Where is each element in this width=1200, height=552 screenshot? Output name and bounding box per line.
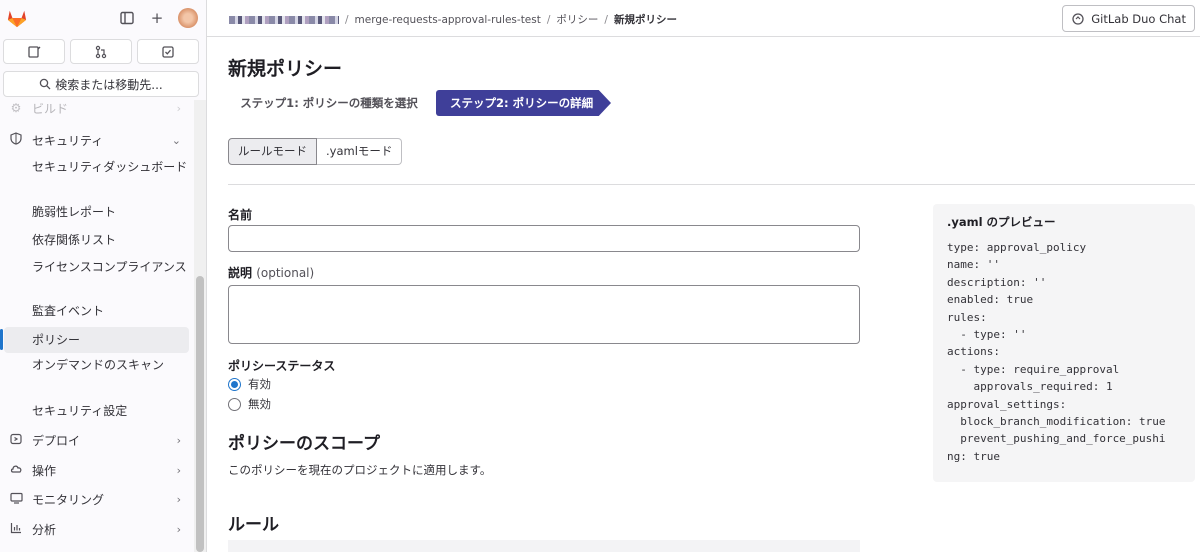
sidebar-subitem-dependency-list[interactable]: 依存関係リスト	[4, 232, 189, 249]
sidebar-subitem-policies[interactable]: ポリシー	[4, 327, 189, 353]
policy-status-label: ポリシーステータス	[228, 359, 336, 373]
breadcrumb-policies[interactable]: ポリシー	[556, 12, 598, 27]
scope-description: このポリシーを現在のプロジェクトに適用します。	[228, 463, 492, 477]
yaml-preview-code: type: approval_policy name: '' descripti…	[947, 241, 1166, 463]
description-label-text: 説明	[228, 266, 253, 280]
gitlab-logo[interactable]	[6, 8, 28, 28]
chevron-right-icon: ›	[176, 492, 181, 506]
sidebar-subitem-vulnerability-report[interactable]: 脆弱性レポート	[4, 204, 189, 221]
sidebar-subitem-audit-events[interactable]: 監査イベント	[4, 303, 189, 320]
sidebar-header: +	[0, 0, 206, 36]
deploy-icon	[8, 433, 24, 448]
name-label: 名前	[228, 208, 253, 222]
breadcrumb-group-obscured[interactable]	[229, 15, 339, 24]
search-label: 検索または移動先...	[55, 77, 163, 92]
chevron-right-icon: ›	[176, 463, 181, 477]
main-content: 新規ポリシー ステップ1: ポリシーの種類を選択 ステップ2: ポリシーの詳細 …	[207, 38, 1200, 552]
chart-icon	[8, 522, 24, 537]
step-1[interactable]: ステップ1: ポリシーの種類を選択	[229, 90, 429, 116]
name-input[interactable]	[228, 225, 860, 252]
sidebar-scrollbar-thumb[interactable]	[196, 276, 204, 552]
sidebar-item-analyze[interactable]: 分析 ›	[4, 519, 189, 539]
chevron-right-icon: ›	[176, 522, 181, 536]
duo-chat-button[interactable]: GitLab Duo Chat	[1062, 5, 1195, 32]
breadcrumb: / merge-requests-approval-rules-test / ポ…	[229, 12, 677, 27]
sidebar-item-label: セキュリティ	[32, 133, 104, 148]
rule-section	[228, 540, 860, 552]
shield-icon	[8, 132, 24, 148]
page-title: 新規ポリシー	[228, 58, 343, 80]
sidebar-item-deploy[interactable]: デプロイ ›	[4, 430, 189, 450]
todo-icon	[162, 45, 174, 58]
status-enabled-label: 有効	[248, 377, 271, 391]
rules-heading: ルール	[228, 515, 279, 535]
status-disabled-radio[interactable]	[228, 397, 241, 411]
sidebar-toggle-icon[interactable]	[118, 9, 136, 27]
issues-button[interactable]	[3, 39, 65, 64]
todo-button[interactable]	[137, 39, 199, 64]
breadcrumb-current: 新規ポリシー	[613, 14, 677, 26]
breadcrumb-project[interactable]: merge-requests-approval-rules-test	[355, 14, 541, 26]
sidebar: + 検索または移動先... ⚙ ビルド › セキュリティ ⌄ セキュリティダッシ…	[0, 0, 207, 552]
duo-chat-icon	[1072, 12, 1084, 25]
sidebar-item-label: 分析	[32, 522, 57, 537]
rule-mode-button[interactable]: ルールモード	[228, 138, 317, 165]
sidebar-item-operate[interactable]: 操作 ›	[4, 460, 189, 480]
optional-hint: (optional)	[256, 266, 315, 280]
sidebar-item-label: モニタリング	[32, 492, 105, 507]
sidebar-item-security[interactable]: セキュリティ ⌄	[4, 130, 189, 150]
yaml-preview-title: .yaml のプレビュー	[947, 215, 1056, 229]
sidebar-subitem-security-dashboard[interactable]: セキュリティダッシュボード	[4, 159, 189, 176]
rocket-icon: ⚙	[10, 101, 22, 115]
sidebar-item-build[interactable]: ⚙ ビルド ›	[4, 100, 189, 116]
sidebar-subitem-security-configuration[interactable]: セキュリティ設定	[4, 403, 189, 420]
sidebar-item-monitor[interactable]: モニタリング ›	[4, 489, 189, 509]
status-enabled-radio[interactable]	[228, 377, 241, 391]
top-bar: / merge-requests-approval-rules-test / ポ…	[207, 0, 1200, 37]
yaml-preview: .yaml のプレビュー type: approval_policy name:…	[933, 204, 1195, 482]
search-icon	[40, 78, 51, 90]
duo-chat-label: GitLab Duo Chat	[1091, 11, 1186, 26]
issues-icon	[28, 45, 41, 58]
sidebar-subitem-on-demand-scans[interactable]: オンデマンドのスキャン	[4, 357, 189, 374]
merge-request-icon	[95, 45, 107, 58]
sidebar-item-label: デプロイ	[32, 433, 81, 448]
plus-icon[interactable]: +	[148, 9, 166, 27]
avatar[interactable]	[178, 8, 198, 28]
status-disabled-label: 無効	[248, 397, 271, 411]
sidebar-item-label: 操作	[32, 463, 57, 478]
status-enabled-option[interactable]: 有効	[228, 376, 271, 392]
chevron-right-icon: ›	[176, 101, 181, 115]
sidebar-item-label: ビルド	[32, 101, 69, 116]
search-button[interactable]: 検索または移動先...	[3, 71, 199, 97]
monitor-icon	[8, 492, 24, 507]
cloud-icon	[8, 463, 24, 478]
sidebar-nav: ⚙ ビルド › セキュリティ ⌄ セキュリティダッシュボード 脆弱性レポート 依…	[0, 100, 193, 552]
chevron-right-icon: ›	[176, 433, 181, 447]
description-label: 説明 (optional)	[228, 264, 314, 281]
description-textarea[interactable]	[228, 285, 860, 344]
scope-heading: ポリシーのスコープ	[228, 434, 380, 454]
divider	[228, 184, 1195, 185]
yaml-mode-button[interactable]: .yamlモード	[317, 138, 403, 165]
step-2: ステップ2: ポリシーの詳細	[436, 90, 611, 116]
editor-mode-toggle: ルールモード .yamlモード	[228, 138, 403, 165]
status-disabled-option[interactable]: 無効	[228, 396, 271, 412]
merge-requests-button[interactable]	[70, 39, 132, 64]
chevron-down-icon: ⌄	[171, 133, 181, 147]
sidebar-subitem-license-compliance[interactable]: ライセンスコンプライアンス	[4, 259, 189, 276]
active-indicator	[0, 329, 3, 350]
